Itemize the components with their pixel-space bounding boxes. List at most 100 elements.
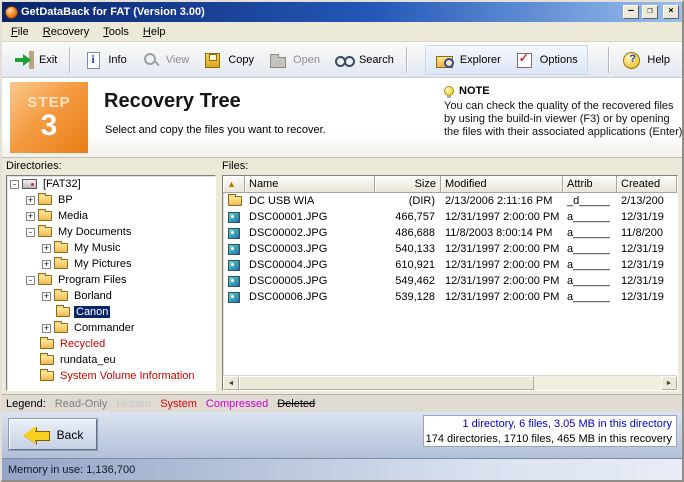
- copy-icon: [203, 51, 223, 69]
- copy-button[interactable]: Copy: [196, 46, 261, 74]
- summary-panel: 1 directory, 6 files, 3.05 MB in this di…: [423, 415, 677, 447]
- bottom-bar: Back 1 directory, 6 files, 3.05 MB in th…: [2, 412, 682, 458]
- exit-button-label: Exit: [39, 54, 57, 66]
- table-row[interactable]: DC USB WIA (DIR) 2/13/2006 2:11:16 PM _d…: [223, 193, 677, 209]
- tree-item-canon[interactable]: Canon: [7, 304, 215, 320]
- tree-item-system-volume-information[interactable]: System Volume Information: [7, 368, 215, 384]
- step-badge: STEP 3: [10, 82, 88, 153]
- file-created: 12/31/19: [617, 211, 677, 223]
- scroll-left-button[interactable]: ◄: [223, 376, 239, 390]
- tree-item-program-files[interactable]: Program Files: [7, 272, 215, 288]
- tree-item-label: My Music: [72, 242, 122, 254]
- expand-icon[interactable]: [26, 212, 35, 221]
- menu-item-tools[interactable]: Tools: [96, 24, 136, 40]
- view-button[interactable]: View: [134, 46, 197, 74]
- file-attrib: a______: [563, 291, 617, 303]
- info-icon: [83, 51, 103, 69]
- column-header-attrib[interactable]: Attrib: [563, 176, 617, 193]
- open-folder-icon: [56, 307, 70, 317]
- column-header-modified[interactable]: Modified: [441, 176, 563, 193]
- expand-icon[interactable]: [42, 324, 51, 333]
- table-row[interactable]: DSC00002.JPG 486,688 11/8/2003 8:00:14 P…: [223, 225, 677, 241]
- tree-item-label: Program Files: [56, 274, 128, 286]
- options-button[interactable]: ✓ Options: [508, 46, 585, 74]
- collapse-icon[interactable]: [26, 228, 35, 237]
- window-titlebar[interactable]: GetDataBack for FAT (Version 3.00) – ❐ ×: [2, 2, 682, 22]
- file-modified: 12/31/1997 2:00:00 PM: [441, 275, 563, 287]
- window-title: GetDataBack for FAT (Version 3.00): [21, 6, 620, 18]
- tree-item-media[interactable]: Media: [7, 208, 215, 224]
- folder-icon: [40, 339, 54, 349]
- table-row[interactable]: DSC00003.JPG 540,133 12/31/1997 2:00:00 …: [223, 241, 677, 257]
- page-title: Recovery Tree: [104, 90, 241, 113]
- memory-status: Memory in use: 1,136,700: [8, 464, 135, 476]
- scrollbar-thumb[interactable]: [239, 376, 534, 390]
- table-row[interactable]: DSC00001.JPG 466,757 12/31/1997 2:00:00 …: [223, 209, 677, 225]
- help-button[interactable]: ? Help: [615, 46, 677, 74]
- tree-item-bp[interactable]: BP: [7, 192, 215, 208]
- tree-item-label: My Pictures: [72, 258, 133, 270]
- folder-icon: [40, 371, 54, 381]
- expand-icon[interactable]: [26, 196, 35, 205]
- scrollbar-track[interactable]: [239, 376, 661, 390]
- options-icon: ✓: [515, 51, 535, 69]
- open-button[interactable]: Open: [261, 46, 327, 74]
- file-created: 11/8/200: [617, 227, 677, 239]
- expand-icon[interactable]: [42, 292, 51, 301]
- folder-icon: [54, 259, 68, 269]
- toolbar-group-explorer-options: Explorer ✓ Options: [425, 45, 588, 75]
- directory-tree[interactable]: [FAT32] BP Media My Documents: [6, 175, 216, 391]
- question-mark-icon: ?: [629, 53, 636, 65]
- expand-icon[interactable]: [42, 244, 51, 253]
- file-size: 466,757: [375, 211, 441, 223]
- folder-icon: [38, 275, 52, 285]
- explorer-button-label: Explorer: [460, 54, 501, 66]
- column-header-name[interactable]: Name: [245, 176, 375, 193]
- column-header-created[interactable]: Created: [617, 176, 677, 193]
- file-created: 12/31/19: [617, 243, 677, 255]
- table-row[interactable]: DSC00004.JPG 610,921 12/31/1997 2:00:00 …: [223, 257, 677, 273]
- note-line: You can check the quality of the recover…: [444, 100, 682, 113]
- files-table[interactable]: ▲ Name Size Modified Attrib Created DC U…: [222, 175, 678, 391]
- jpg-file-icon: [228, 244, 240, 255]
- explorer-button[interactable]: Explorer: [428, 46, 508, 74]
- tree-item-my-music[interactable]: My Music: [7, 240, 215, 256]
- search-button[interactable]: Search: [327, 46, 401, 74]
- check-icon: ✓: [519, 51, 529, 65]
- maximize-button[interactable]: ❐: [642, 5, 658, 19]
- exit-button[interactable]: Exit: [7, 46, 64, 74]
- open-folder-icon: [268, 51, 288, 69]
- collapse-icon[interactable]: [26, 276, 35, 285]
- column-header-size[interactable]: Size: [375, 176, 441, 193]
- tree-item-label: [FAT32]: [41, 178, 83, 190]
- tree-item-rundata-eu[interactable]: rundata_eu: [7, 352, 215, 368]
- tree-item-fat32[interactable]: [FAT32]: [7, 176, 215, 192]
- minimize-button[interactable]: –: [623, 5, 639, 19]
- note-line: by using the build-in viewer (F3) or by …: [444, 113, 682, 126]
- tree-item-my-documents[interactable]: My Documents: [7, 224, 215, 240]
- scroll-right-button[interactable]: ►: [661, 376, 677, 390]
- table-row[interactable]: DSC00006.JPG 539,128 12/31/1997 2:00:00 …: [223, 289, 677, 305]
- step-header: STEP 3 Recovery Tree Select and copy the…: [2, 78, 682, 158]
- tree-item-borland[interactable]: Borland: [7, 288, 215, 304]
- file-name: DSC00002.JPG: [245, 227, 375, 239]
- column-header-sort[interactable]: ▲: [223, 176, 245, 193]
- menu-item-help[interactable]: Help: [136, 24, 173, 40]
- folder-icon: [228, 196, 242, 206]
- tree-item-commander[interactable]: Commander: [7, 320, 215, 336]
- legend-bar: Legend: Read-Only Hidden System Compress…: [2, 394, 682, 412]
- back-button[interactable]: Back: [9, 419, 97, 450]
- close-button[interactable]: ×: [663, 5, 679, 19]
- menu-item-recovery[interactable]: Recovery: [36, 24, 96, 40]
- expand-icon[interactable]: [42, 260, 51, 269]
- tree-item-my-pictures[interactable]: My Pictures: [7, 256, 215, 272]
- horizontal-scrollbar[interactable]: ◄ ►: [223, 375, 677, 390]
- file-modified: 12/31/1997 2:00:00 PM: [441, 259, 563, 271]
- menu-bar: File Recovery Tools Help: [2, 22, 682, 42]
- table-row[interactable]: DSC00005.JPG 549,462 12/31/1997 2:00:00 …: [223, 273, 677, 289]
- files-pane: Files: ▲ Name Size Modified Attrib Creat…: [222, 160, 678, 391]
- tree-item-recycled[interactable]: Recycled: [7, 336, 215, 352]
- menu-item-file[interactable]: File: [4, 24, 36, 40]
- info-button[interactable]: Info: [76, 46, 133, 74]
- collapse-icon[interactable]: [10, 180, 19, 189]
